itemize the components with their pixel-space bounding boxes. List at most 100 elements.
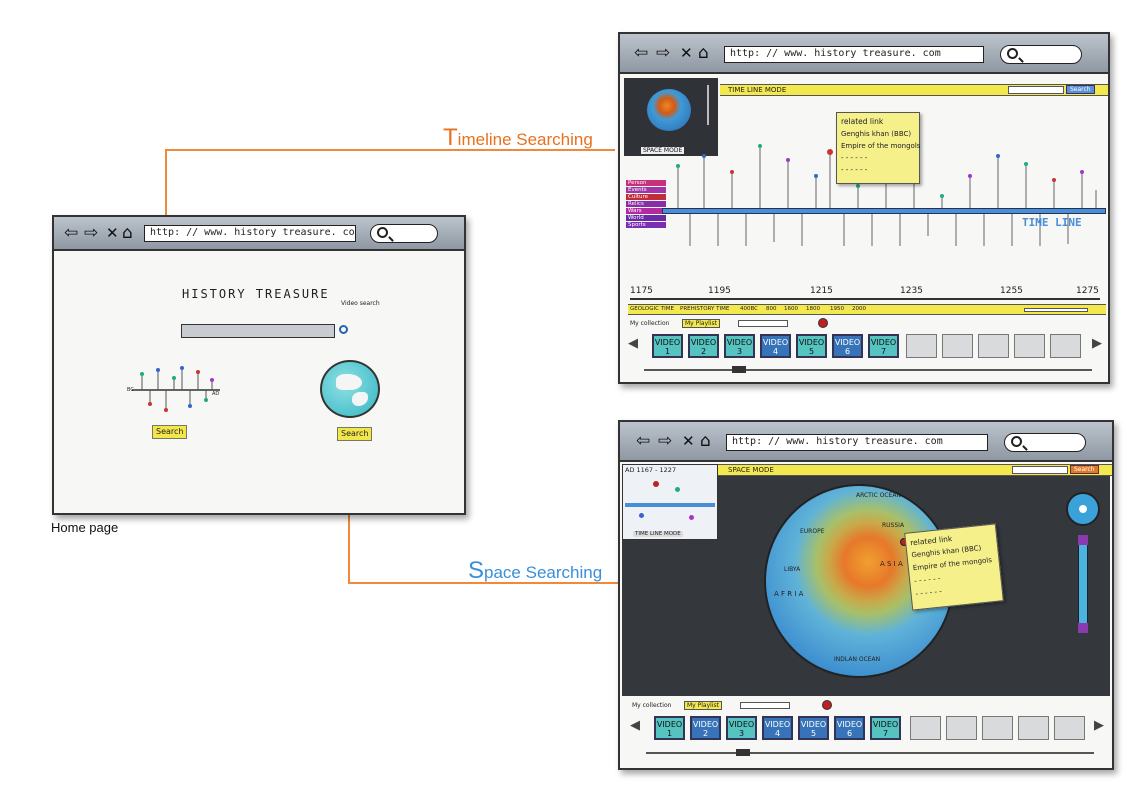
playlist-search-input[interactable] (740, 702, 790, 709)
prev-arrow-icon[interactable]: ◀ (630, 718, 640, 733)
popup-item[interactable]: related link (841, 116, 915, 128)
next-arrow-icon[interactable]: ▶ (1092, 336, 1102, 351)
era-item[interactable]: 2000 (852, 306, 866, 312)
video-thumb[interactable]: VIDEO 5 (796, 334, 827, 358)
category-tab[interactable]: Relics (626, 201, 666, 207)
prev-arrow-icon[interactable]: ◀ (628, 336, 638, 351)
video-thumb[interactable]: VIDEO 6 (832, 334, 863, 358)
forward-arrow-icon[interactable]: ⇨ (658, 431, 672, 451)
close-icon[interactable]: ✕ (680, 44, 693, 62)
video-search-input[interactable] (181, 324, 335, 338)
scrollbar[interactable] (646, 752, 1094, 754)
mode-search-button[interactable]: Search (1066, 85, 1095, 94)
video-number: 5 (808, 347, 815, 356)
timeline-search-button[interactable]: Search (152, 425, 188, 439)
site-title: HISTORY TREASURE (182, 287, 330, 301)
category-tab[interactable]: Wars (626, 208, 666, 214)
space-searching-label: Space Searching (468, 557, 602, 585)
close-icon[interactable]: ✕ (106, 224, 119, 242)
my-playlist-tab[interactable]: My Playlist (682, 319, 720, 328)
video-thumb[interactable]: VIDEO 2 (690, 716, 721, 740)
era-item[interactable]: PREHISTORY TIME (680, 306, 729, 312)
category-tab[interactable]: Person (626, 180, 666, 186)
search-box[interactable] (370, 224, 438, 243)
era-item[interactable]: 400BC (740, 306, 758, 312)
popup-item[interactable]: Empire of the mongols (841, 140, 920, 152)
video-thumb[interactable]: VIDEO 7 (870, 716, 901, 740)
zoom-slider[interactable] (1024, 308, 1088, 312)
category-tab[interactable]: Events (626, 187, 666, 193)
video-thumb[interactable]: VIDEO 1 (654, 716, 685, 740)
video-thumb[interactable]: VIDEO 3 (726, 716, 757, 740)
era-item[interactable]: GEOLOGIC TIME (630, 306, 674, 312)
url-bar[interactable]: http: // www. history treasure. com (144, 225, 356, 242)
era-item[interactable]: 1950 (830, 306, 844, 312)
zoom-slider[interactable] (1078, 535, 1088, 633)
zoom-slider[interactable] (707, 85, 709, 125)
timeline-mode-window: ⇦ ⇨ ✕ ⌂ http: // www. history treasure. … (618, 32, 1110, 384)
map-label: A S I A (880, 560, 903, 568)
play-icon[interactable] (818, 318, 828, 328)
url-bar[interactable]: http: // www. history treasure. com (726, 434, 988, 451)
space-search-button[interactable]: Search (337, 427, 373, 441)
scrollbar[interactable] (644, 369, 1092, 371)
home-icon[interactable]: ⌂ (698, 43, 709, 63)
timeline-bar[interactable] (662, 208, 1106, 214)
zoom-in-icon[interactable] (1078, 535, 1088, 545)
next-arrow-icon[interactable]: ▶ (1094, 718, 1104, 733)
playlist-search-input[interactable] (738, 320, 788, 327)
category-tab[interactable]: Sports (626, 222, 666, 228)
timeline-mode-thumbnail[interactable]: AD 1167 - 1227 TIME LINE MODE (622, 464, 718, 540)
video-number: 2 (700, 347, 707, 356)
zoom-out-icon[interactable] (1078, 623, 1088, 633)
timeline-doodle[interactable] (124, 360, 228, 420)
pan-control[interactable] (1066, 492, 1100, 526)
video-thumb[interactable]: VIDEO 4 (762, 716, 793, 740)
search-box[interactable] (1000, 45, 1082, 64)
globe-icon[interactable] (320, 360, 380, 418)
video-label: VIDEO (654, 338, 681, 347)
category-tab[interactable]: World (626, 215, 666, 221)
my-playlist-tab[interactable]: My Playlist (684, 701, 722, 710)
video-thumb[interactable]: VIDEO 5 (798, 716, 829, 740)
mode-search-input[interactable] (1012, 466, 1068, 474)
my-collection-tab[interactable]: My collection (630, 320, 669, 327)
video-thumb[interactable]: VIDEO 2 (688, 334, 719, 358)
video-thumb[interactable]: VIDEO 1 (652, 334, 683, 358)
timeline-mode-header: TIME LINE MODE Search (720, 84, 1108, 96)
ad-label: AD (212, 391, 220, 397)
category-tab[interactable]: Culture (626, 194, 666, 200)
era-item[interactable]: 800 (766, 306, 777, 312)
mini-event-pin (653, 481, 659, 487)
era-item[interactable]: 1800 (806, 306, 820, 312)
url-bar[interactable]: http: // www. history treasure. com (724, 46, 984, 63)
empty-slot (910, 716, 941, 740)
magnifier-icon[interactable] (339, 325, 348, 334)
play-icon[interactable] (822, 700, 832, 710)
close-icon[interactable]: ✕ (682, 432, 695, 450)
my-collection-tab[interactable]: My collection (632, 702, 671, 709)
home-icon[interactable]: ⌂ (122, 223, 133, 243)
video-label: VIDEO (726, 338, 753, 347)
back-arrow-icon[interactable]: ⇦ (636, 431, 650, 451)
search-box[interactable] (1004, 433, 1086, 452)
home-icon[interactable]: ⌂ (700, 431, 711, 451)
forward-arrow-icon[interactable]: ⇨ (84, 223, 98, 243)
forward-arrow-icon[interactable]: ⇨ (656, 43, 670, 63)
back-arrow-icon[interactable]: ⇦ (634, 43, 648, 63)
playlist-bar: My collection My Playlist (628, 318, 828, 330)
video-thumb[interactable]: VIDEO 3 (724, 334, 755, 358)
mode-search-button[interactable]: Search (1070, 465, 1099, 474)
video-thumb[interactable]: VIDEO 4 (760, 334, 791, 358)
video-thumb[interactable]: VIDEO 6 (834, 716, 865, 740)
back-arrow-icon[interactable]: ⇦ (64, 223, 78, 243)
era-item[interactable]: 1600 (784, 306, 798, 312)
empty-slot (942, 334, 973, 358)
mode-search-input[interactable] (1008, 86, 1064, 94)
scrollbar-handle[interactable] (732, 366, 746, 373)
video-label: VIDEO (834, 338, 861, 347)
video-label: VIDEO (798, 338, 825, 347)
scrollbar-handle[interactable] (736, 749, 750, 756)
popup-item[interactable]: Genghis khan (BBC) (841, 128, 915, 140)
video-thumb[interactable]: VIDEO 7 (868, 334, 899, 358)
